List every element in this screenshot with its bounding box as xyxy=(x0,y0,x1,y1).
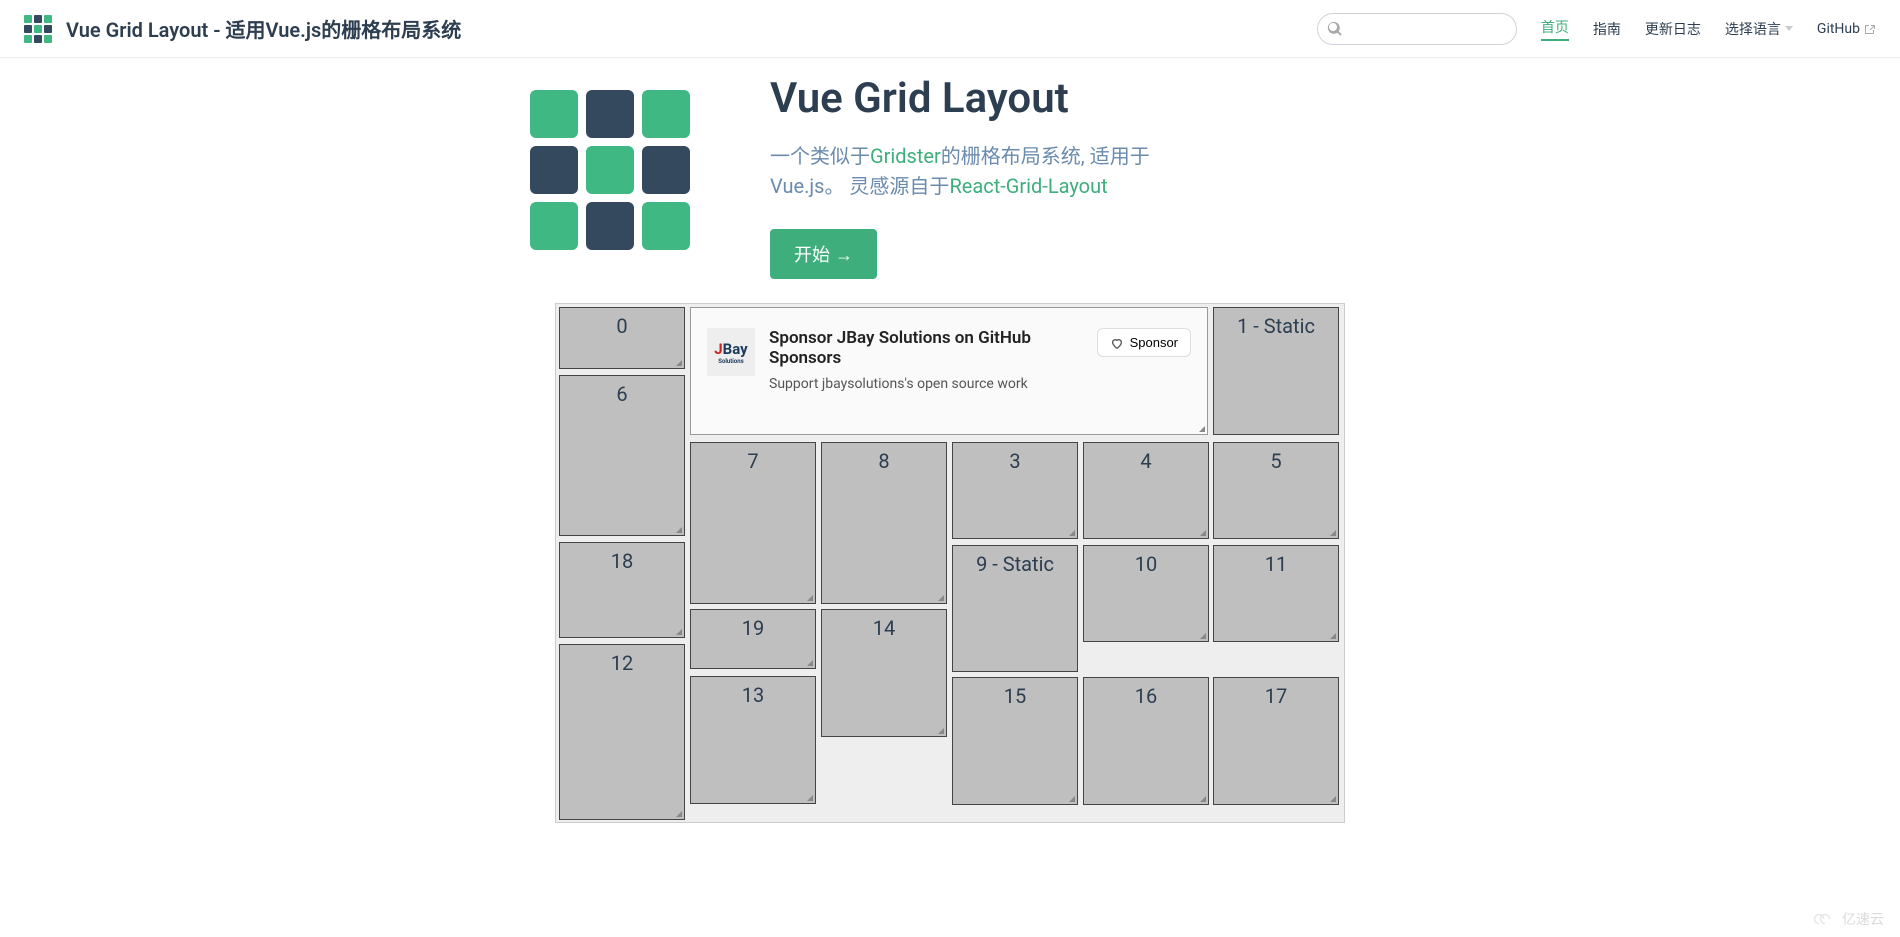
sponsor-button-label: Sponsor xyxy=(1130,335,1178,350)
grid-item-label: 8 xyxy=(878,449,889,473)
grid-item-label: 10 xyxy=(1135,552,1157,576)
hero-desc-prefix: 一个类似于 xyxy=(770,144,870,168)
grid-item-label: 4 xyxy=(1140,449,1151,473)
grid-item-label: 7 xyxy=(747,449,758,473)
hero-link-gridster[interactable]: Gridster xyxy=(870,144,941,168)
watermark-text: 亿速云 xyxy=(1842,909,1884,929)
grid-item-4[interactable]: 4 xyxy=(1083,442,1209,539)
hero: Vue Grid Layout 一个类似于Gridster的栅格布局系统, 适用… xyxy=(470,58,1430,279)
hero-content: Vue Grid Layout 一个类似于Gridster的栅格布局系统, 适用… xyxy=(770,66,1430,279)
grid-item-19[interactable]: 19 xyxy=(690,609,816,669)
grid-item-17[interactable]: 17 xyxy=(1213,677,1339,805)
logo-mini-icon xyxy=(24,15,52,43)
nav-language-label: 选择语言 xyxy=(1725,19,1781,39)
grid-item-label: 1 - Static xyxy=(1237,314,1315,338)
grid-item-12[interactable]: 12 xyxy=(559,644,685,820)
grid-item-0[interactable]: 0 xyxy=(559,307,685,369)
grid-item-6[interactable]: 6 xyxy=(559,375,685,536)
grid-item-15[interactable]: 15 xyxy=(952,677,1078,805)
grid-item-13[interactable]: 13 xyxy=(690,676,816,804)
sponsor-button[interactable]: Sponsor xyxy=(1097,328,1191,357)
grid-item-18[interactable]: 18 xyxy=(559,542,685,638)
hero-description: 一个类似于Gridster的栅格布局系统, 适用于Vue.js。 灵感源自于Re… xyxy=(770,141,1210,201)
navbar-right: 首页 指南 更新日志 选择语言 GitHub xyxy=(1317,13,1876,45)
grid-item-label: 13 xyxy=(742,683,764,707)
start-button[interactable]: 开始 → xyxy=(770,229,877,279)
grid-item-label: 19 xyxy=(742,616,764,640)
watermark: 亿速云 xyxy=(1810,909,1884,929)
sponsor-subtitle: Support jbaysolutions's open source work xyxy=(769,376,1083,392)
grid-item-label: 15 xyxy=(1004,684,1026,708)
grid-item-label: 18 xyxy=(611,549,633,573)
sponsor-logo: JBay Solutions xyxy=(707,328,755,376)
logo-big-icon xyxy=(530,90,690,250)
grid-item-label: 16 xyxy=(1135,684,1157,708)
grid-item-label: 9 - Static xyxy=(976,552,1054,576)
search-icon xyxy=(1327,21,1343,37)
search-box xyxy=(1317,13,1517,45)
sponsor-text: Sponsor JBay Solutions on GitHub Sponsor… xyxy=(769,328,1083,392)
site-title: Vue Grid Layout - 适用Vue.js的栅格布局系统 xyxy=(66,14,461,43)
nav-github[interactable]: GitHub xyxy=(1817,21,1876,37)
grid-item-10[interactable]: 10 xyxy=(1083,545,1209,642)
nav-links: 首页 指南 更新日志 选择语言 GitHub xyxy=(1541,17,1876,41)
chevron-down-icon xyxy=(1785,26,1793,31)
grid-item-16[interactable]: 16 xyxy=(1083,677,1209,805)
grid-item-7[interactable]: 7 xyxy=(690,442,816,604)
grid-item-1[interactable]: 1 - Static xyxy=(1213,307,1339,435)
grid-item-label: 12 xyxy=(611,651,633,675)
nav-changelog[interactable]: 更新日志 xyxy=(1645,19,1701,39)
nav-home[interactable]: 首页 xyxy=(1541,17,1569,41)
grid-item-14[interactable]: 14 xyxy=(821,609,947,737)
grid-item-label: 0 xyxy=(616,314,627,338)
grid-item-3[interactable]: 3 xyxy=(952,442,1078,539)
grid-item-label: 3 xyxy=(1009,449,1020,473)
sponsor-logo-j: J xyxy=(714,340,722,358)
sponsor-title: Sponsor JBay Solutions on GitHub Sponsor… xyxy=(769,328,1083,368)
hero-link-react-grid[interactable]: React-Grid-Layout xyxy=(949,174,1107,198)
grid-item-label: 11 xyxy=(1265,552,1287,576)
nav-language[interactable]: 选择语言 xyxy=(1725,19,1793,39)
navbar-left: Vue Grid Layout - 适用Vue.js的栅格布局系统 xyxy=(24,14,461,43)
grid-item-label: 6 xyxy=(616,382,627,406)
grid-demo: JBay Solutions Sponsor JBay Solutions on… xyxy=(555,303,1345,823)
grid-item-11[interactable]: 11 xyxy=(1213,545,1339,642)
grid-item-8[interactable]: 8 xyxy=(821,442,947,604)
sponsor-logo-bay: Bay xyxy=(723,340,748,358)
cloud-icon xyxy=(1810,909,1840,929)
grid-item-5[interactable]: 5 xyxy=(1213,442,1339,539)
heart-icon xyxy=(1110,336,1124,350)
hero-title: Vue Grid Layout xyxy=(770,74,1430,123)
nav-guide[interactable]: 指南 xyxy=(1593,19,1621,39)
grid-item-label: 17 xyxy=(1265,684,1287,708)
grid-item-label: 5 xyxy=(1270,449,1281,473)
navbar: Vue Grid Layout - 适用Vue.js的栅格布局系统 首页 指南 … xyxy=(0,0,1900,58)
grid-item-9[interactable]: 9 - Static xyxy=(952,545,1078,672)
sponsor-card[interactable]: JBay Solutions Sponsor JBay Solutions on… xyxy=(690,307,1208,435)
sponsor-logo-solutions: Solutions xyxy=(718,358,743,365)
nav-github-label: GitHub xyxy=(1817,21,1860,37)
external-link-icon xyxy=(1864,23,1876,35)
search-input[interactable] xyxy=(1317,13,1517,45)
grid-item-label: 14 xyxy=(873,616,895,640)
